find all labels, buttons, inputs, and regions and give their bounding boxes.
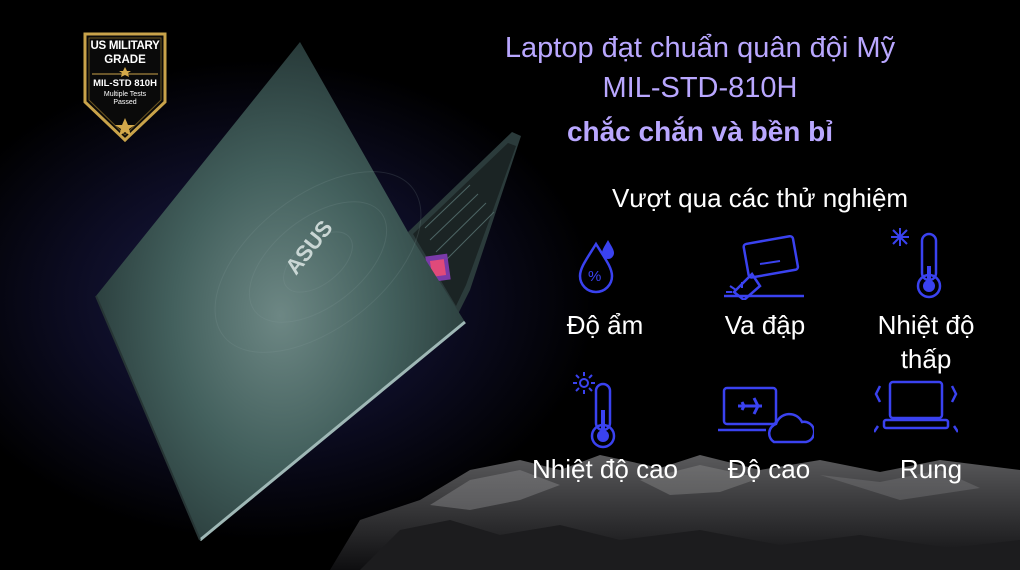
headline-line-3: chắc chắn và bền bỉ [566,116,834,147]
military-grade-badge: US MILITARY GRADE MIL-STD 810H Multiple … [82,32,168,144]
humidity-icon: % [578,240,614,294]
badge-line-3: MIL-STD 810H [93,78,157,89]
banner: ASUS US MILITARY GRADE MIL-STD 810H Mult… [0,0,1020,570]
feature-label-shock: Va đập [724,310,806,340]
high-temperature-icon [573,372,616,449]
feature-label-vibration: Rung [899,454,963,484]
feature-label-high-temperature: Nhiệt độ cao [532,454,678,484]
badge-line-4: Multiple Tests Passed [103,91,147,106]
feature-label-humidity: Độ ẩm [566,310,644,340]
tests-subtitle: Vượt qua các thử nghiệm [611,183,909,213]
badge-line-2: GRADE [104,54,146,66]
svg-text:%: % [588,268,601,285]
altitude-icon [718,386,814,444]
badge-line-1: US MILITARY [90,40,160,52]
headline-line-2: MIL-STD-810H [602,72,798,104]
low-temperature-icon [891,228,942,299]
shock-icon [724,234,804,300]
headline-line-1: Laptop đạt chuẩn quân đội Mỹ [504,32,896,64]
vibration-icon [874,380,958,433]
feature-label-low-temperature: Nhiệt độ thấp [877,310,975,374]
feature-label-altitude: Độ cao [727,454,811,484]
